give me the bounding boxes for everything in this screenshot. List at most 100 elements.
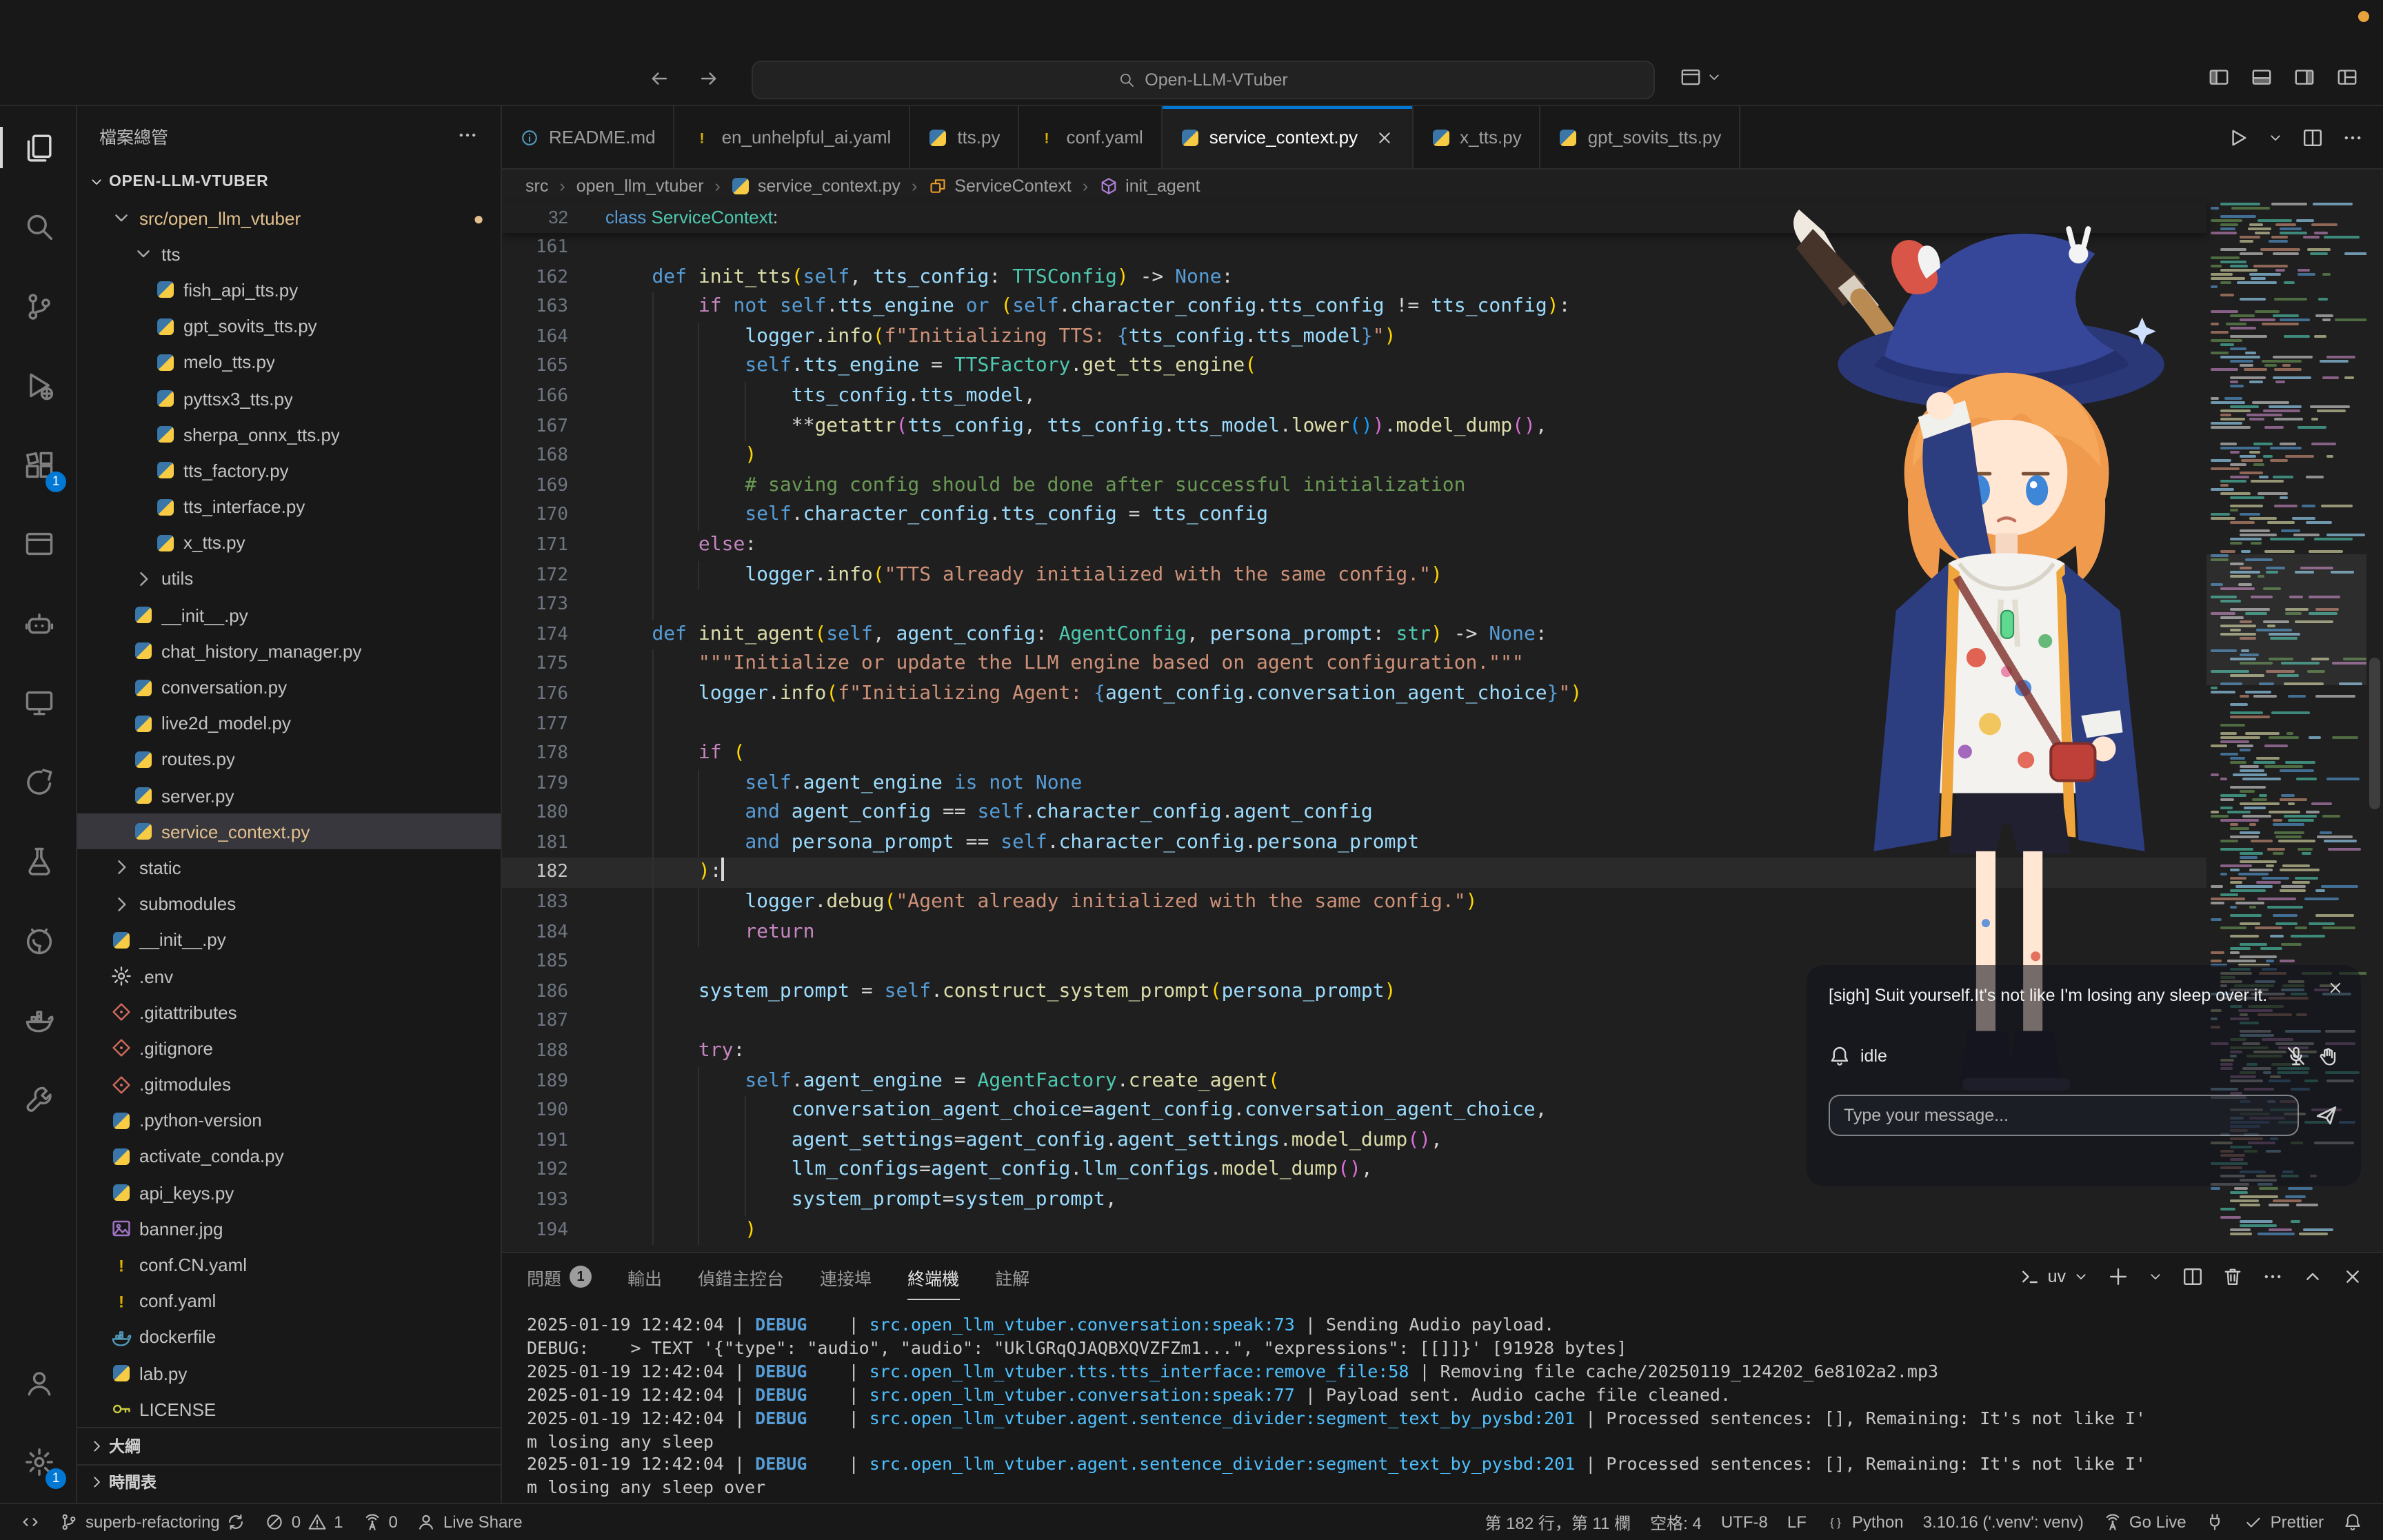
editor-scrollbar[interactable] <box>2366 203 2383 1252</box>
tree-item-conf-yaml[interactable]: ! conf.yaml <box>77 1283 501 1319</box>
new-terminal-icon[interactable] <box>2107 1266 2129 1288</box>
tree-item-lab-py[interactable]: lab.py <box>77 1355 501 1391</box>
code-line-166[interactable]: 166 tts_config.tts_model, <box>502 381 2206 412</box>
code-line-174[interactable]: 174 def init_agent(self, agent_config: A… <box>502 620 2206 649</box>
tab-x-tts-py[interactable]: x_tts.py <box>1413 106 1541 168</box>
code-line-32[interactable]: 32 class ServiceContext: <box>502 203 2206 233</box>
status-extension-plug[interactable] <box>2196 1504 2235 1540</box>
status-git-branch[interactable]: superb-refactoring <box>50 1504 256 1540</box>
split-editor-icon[interactable] <box>2302 127 2324 149</box>
toggle-sidebar-icon[interactable] <box>2208 66 2230 88</box>
tree-item-tts-factory-py[interactable]: tts_factory.py <box>77 453 501 489</box>
code-line-193[interactable]: 193 system_prompt=system_prompt, <box>502 1186 2206 1216</box>
code-line-194[interactable]: 194 ) <box>502 1215 2206 1246</box>
terminal-profile-button[interactable]: uv <box>2019 1266 2089 1288</box>
tree-item-license[interactable]: LICENSE <box>77 1391 501 1427</box>
tab-gpt-sovits-tts-py[interactable]: gpt_sovits_tts.py <box>1540 106 1741 168</box>
status-problems[interactable]: 01 <box>256 1504 353 1540</box>
tab-en-unhelpful-ai-yaml[interactable]: ! en_unhelpful_ai.yaml <box>674 106 911 168</box>
panel-tab-輸出[interactable]: 輸出 <box>627 1253 662 1300</box>
interrupt-hand-icon[interactable] <box>2317 1044 2339 1066</box>
tree-item-conversation-py[interactable]: conversation.py <box>77 669 501 705</box>
tree-item-conf-cn-yaml[interactable]: ! conf.CN.yaml <box>77 1247 501 1283</box>
toggle-panel-icon[interactable] <box>2251 66 2273 88</box>
tree-item-sherpa-onnx-tts-py[interactable]: sherpa_onnx_tts.py <box>77 416 501 452</box>
panel-more-actions-icon[interactable] <box>2262 1266 2284 1288</box>
activity-source-control[interactable] <box>8 276 69 336</box>
code-line-164[interactable]: 164 logger.info(f"Initializing TTS: {tts… <box>502 322 2206 352</box>
scrollbar-thumb[interactable] <box>2369 658 2380 809</box>
tab-service-context-py[interactable]: service_context.py <box>1162 106 1414 168</box>
maximize-panel-icon[interactable] <box>2302 1266 2324 1288</box>
code-line-163[interactable]: 163 if not self.tts_engine or (self.char… <box>502 292 2206 323</box>
status-python-interpreter[interactable]: 3.10.16 ('.venv': venv) <box>1913 1504 2093 1540</box>
status-language-mode[interactable]: { } Python <box>1816 1504 1913 1540</box>
status-cursor-position[interactable]: 第 182 行，第 11 欄 <box>1476 1504 1641 1540</box>
code-line-181[interactable]: 181 and persona_prompt == self.character… <box>502 828 2206 858</box>
code-line-183[interactable]: 183 logger.debug("Agent already initiali… <box>502 888 2206 918</box>
status-encoding[interactable]: UTF-8 <box>1711 1504 1778 1540</box>
status-live-share[interactable]: Live Share <box>408 1504 532 1540</box>
status-go-live[interactable]: Go Live <box>2093 1504 2196 1540</box>
activity-testing[interactable] <box>8 831 69 891</box>
breadcrumb-init-agent[interactable]: init_agent <box>1099 176 1200 196</box>
chat-message-input[interactable] <box>1829 1094 2299 1135</box>
microphone-muted-icon[interactable] <box>2285 1044 2307 1066</box>
kill-terminal-icon[interactable] <box>2222 1266 2244 1288</box>
breadcrumb-src[interactable]: src <box>525 176 548 196</box>
tab-tts-py[interactable]: tts.py <box>910 106 1020 168</box>
tree-item-init-py[interactable]: __init__.py <box>77 597 501 633</box>
tree-item-fish-api-tts-py[interactable]: fish_api_tts.py <box>77 272 501 308</box>
terminal-launch-chevron-icon[interactable] <box>2147 1268 2164 1285</box>
tree-item-gitignore[interactable]: .gitignore <box>77 1031 501 1066</box>
status-prettier[interactable]: Prettier <box>2235 1504 2333 1540</box>
activity-accounts[interactable] <box>8 1352 69 1413</box>
tree-item-service-context-py[interactable]: service_context.py <box>77 813 501 850</box>
customize-layout-icon[interactable] <box>2336 66 2358 88</box>
tree-item-x-tts-py[interactable]: x_tts.py <box>77 525 501 560</box>
breadcrumb-servicecontext[interactable]: ServiceContext <box>928 176 1072 196</box>
code-line-173[interactable]: 173 <box>502 590 2206 620</box>
tree-item-chat-history-manager-py[interactable]: chat_history_manager.py <box>77 634 501 669</box>
code-line-172[interactable]: 172 logger.info("TTS already initialized… <box>502 560 2206 591</box>
code-line-168[interactable]: 168 ) <box>502 441 2206 472</box>
panel-tab-問題[interactable]: 問題 1 <box>527 1253 592 1300</box>
tree-item-tts[interactable]: tts <box>77 236 501 272</box>
tree-item-api-keys-py[interactable]: api_keys.py <box>77 1175 501 1210</box>
profile-button[interactable] <box>1680 66 1722 88</box>
tree-item-utils[interactable]: utils <box>77 561 501 597</box>
activity-docker[interactable] <box>8 989 69 1050</box>
tree-item-submodules[interactable]: submodules <box>77 886 501 922</box>
tree-item-src-open-llm-vtuber[interactable]: src/open_llm_vtuber ● <box>77 200 501 236</box>
run-options-chevron-icon[interactable] <box>2267 130 2284 146</box>
code-line-178[interactable]: 178 if ( <box>502 739 2206 769</box>
code-line-177[interactable]: 177 <box>502 709 2206 740</box>
tree-item-live2d-model-py[interactable]: live2d_model.py <box>77 705 501 741</box>
tree-item-activate-conda-py[interactable]: activate_conda.py <box>77 1139 501 1175</box>
code-line-161[interactable]: 161 <box>502 233 2206 263</box>
status-notifications[interactable] <box>2333 1504 2372 1540</box>
close-icon[interactable] <box>1374 128 1394 147</box>
panel-tab-偵錯主控台[interactable]: 偵錯主控台 <box>698 1253 784 1300</box>
activity-remote-explorer[interactable] <box>8 672 69 733</box>
command-center-search[interactable]: Open-LLM-VTuber <box>752 61 1655 99</box>
activity-remote-window[interactable] <box>8 514 69 574</box>
section-大綱[interactable]: 大綱 <box>77 1427 501 1463</box>
code-line-170[interactable]: 170 self.character_config.tts_config = t… <box>502 500 2206 531</box>
tab-conf-yaml[interactable]: ! conf.yaml <box>1019 106 1163 168</box>
panel-tab-連接埠[interactable]: 連接埠 <box>820 1253 872 1300</box>
code-line-180[interactable]: 180 and agent_config == self.character_c… <box>502 798 2206 829</box>
activity-ai-assistant[interactable] <box>8 593 69 654</box>
tree-item-pyttsx3-tts-py[interactable]: pyttsx3_tts.py <box>77 381 501 416</box>
forward-icon[interactable] <box>698 68 720 90</box>
code-line-184[interactable]: 184 return <box>502 918 2206 948</box>
code-line-175[interactable]: 175 """Initialize or update the LLM engi… <box>502 649 2206 680</box>
tree-item-gitattributes[interactable]: .gitattributes <box>77 994 501 1030</box>
chat-close-icon[interactable] <box>2326 979 2344 997</box>
tree-item-gitmodules[interactable]: .gitmodules <box>77 1066 501 1102</box>
sidebar-more-actions-icon[interactable] <box>456 124 479 146</box>
tree-item-static[interactable]: static <box>77 850 501 886</box>
tree-item-tts-interface-py[interactable]: tts_interface.py <box>77 489 501 525</box>
editor-more-actions-icon[interactable] <box>2342 127 2364 149</box>
breadcrumb-service-context-py[interactable]: service_context.py <box>732 176 901 196</box>
